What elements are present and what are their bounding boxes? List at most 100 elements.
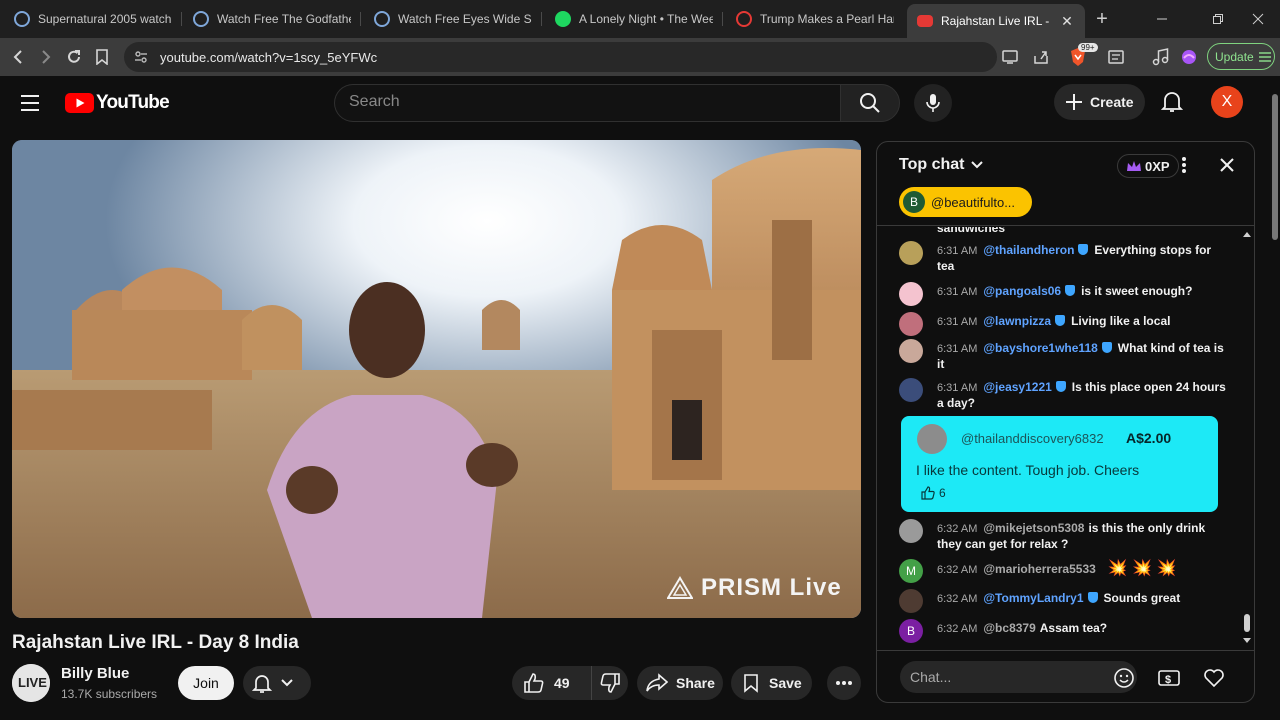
message-author[interactable]: @lawnpizza [983, 314, 1051, 328]
plus-icon [1066, 94, 1082, 110]
site-settings-icon[interactable] [134, 50, 148, 64]
message-author[interactable]: @bayshore1whe118 [983, 341, 1097, 355]
like-button[interactable]: 49 [512, 666, 592, 700]
address-bar[interactable]: youtube.com/watch?v=1scy_5eYFWc [124, 42, 997, 72]
notifications-button[interactable] [1158, 86, 1186, 118]
heart-icon[interactable] [1202, 666, 1226, 690]
xp-badge[interactable]: 0XP [1117, 154, 1179, 178]
forward-icon[interactable] [34, 45, 58, 69]
brave-badge: 99+ [1078, 43, 1098, 52]
super-chat-like-button[interactable]: 6 [921, 486, 946, 500]
back-icon[interactable] [6, 45, 30, 69]
bell-icon [1161, 92, 1183, 112]
search-box[interactable] [334, 84, 840, 122]
subscription-notifications-button[interactable] [243, 666, 311, 700]
join-button[interactable]: Join [178, 666, 234, 700]
create-button[interactable]: Create [1054, 84, 1145, 120]
super-chat-amount: A$2.00 [1126, 430, 1172, 446]
chat-message-list: sandwiches 6:31 AM @thailandheron Everythi… [877, 227, 1254, 648]
chat-mode-selector[interactable]: Top chat [899, 156, 984, 174]
channel-name[interactable]: Billy Blue [61, 665, 129, 682]
update-button[interactable]: Update [1207, 43, 1275, 70]
reload-icon[interactable] [62, 45, 86, 69]
guide-menu-icon[interactable] [20, 94, 42, 112]
globe-icon [193, 11, 209, 27]
thumbs-down-icon [600, 673, 620, 693]
verified-icon [1065, 285, 1076, 296]
author-avatar[interactable] [899, 519, 923, 543]
message-author[interactable]: @bc8379 [983, 621, 1035, 635]
search-button[interactable] [840, 84, 900, 122]
browser-tab[interactable]: Supernatural 2005 watch fr [4, 4, 182, 34]
super-chat-ticker[interactable]: B @beautifulto... [899, 187, 1032, 217]
restore-icon[interactable] [1196, 6, 1240, 32]
message-author[interactable]: @mikejetson5308 [983, 521, 1084, 535]
author-avatar[interactable] [899, 378, 923, 402]
close-window-icon[interactable] [1236, 6, 1280, 32]
reader-mode-icon[interactable] [1104, 45, 1128, 69]
author-avatar[interactable] [899, 589, 923, 613]
voice-search-button[interactable] [914, 84, 952, 122]
super-chat-card: @thailanddiscovery6832 A$2.00 I like the… [901, 416, 1218, 512]
save-label: Save [769, 675, 802, 691]
message-author[interactable]: @TommyLandry1 [983, 591, 1083, 605]
chat-input[interactable]: Chat... [900, 661, 1137, 693]
leo-ai-icon[interactable] [1177, 45, 1201, 69]
prism-triangle-icon [667, 576, 693, 599]
emoji-icon[interactable] [1112, 666, 1136, 690]
search-input[interactable] [349, 93, 819, 111]
video-player[interactable]: PRISM Live [12, 140, 861, 618]
minimize-icon[interactable] [1140, 6, 1184, 32]
author-avatar[interactable] [899, 282, 923, 306]
message-author[interactable]: @jeasy1221 [983, 380, 1051, 394]
browser-tab[interactable]: A Lonely Night • The Week [545, 4, 723, 34]
author-avatar[interactable] [899, 241, 923, 265]
youtube-logo[interactable]: YouTube [65, 92, 170, 114]
message-author[interactable]: @marioherrera5533 [983, 562, 1095, 576]
message-timestamp: 6:32 AM [937, 593, 978, 605]
save-button[interactable]: Save [731, 666, 812, 700]
super-chat-icon[interactable]: $ [1157, 666, 1181, 690]
more-actions-button[interactable] [827, 666, 861, 700]
bookmark-icon[interactable] [90, 45, 114, 69]
author-avatar[interactable] [917, 424, 947, 454]
media-control-icon[interactable] [1148, 45, 1172, 69]
super-chat-author[interactable]: @thailanddiscovery6832 [961, 431, 1104, 446]
channel-avatar[interactable]: LIVE [12, 664, 50, 702]
share-button[interactable]: Share [637, 666, 723, 700]
page-scrollbar[interactable] [1270, 76, 1280, 720]
account-avatar[interactable]: X [1211, 86, 1243, 118]
verified-icon [1078, 244, 1089, 255]
more-horizontal-icon [836, 681, 852, 685]
cast-icon[interactable] [998, 45, 1022, 69]
message-author[interactable]: @pangoals06 [983, 284, 1061, 298]
share-page-icon[interactable] [1029, 45, 1053, 69]
close-chat-icon[interactable] [1219, 157, 1235, 173]
author-avatar[interactable]: M [899, 559, 923, 583]
new-tab-icon[interactable]: + [1080, 6, 1124, 32]
browser-tab[interactable]: Watch Free The Godfather [183, 4, 361, 34]
browser-tab[interactable]: Watch Free Eyes Wide Shut [364, 4, 542, 34]
author-avatar[interactable]: B [899, 619, 923, 643]
youtube-tab-icon [736, 11, 752, 27]
more-vertical-icon[interactable] [1181, 156, 1187, 174]
author-avatar[interactable] [899, 312, 923, 336]
video-title: Rajahstan Live IRL - Day 8 India [12, 632, 299, 653]
author-avatar[interactable] [899, 339, 923, 363]
thumbs-up-icon [921, 486, 935, 500]
verified-icon [1055, 315, 1066, 326]
share-label: Share [676, 675, 715, 691]
page-scrollbar-thumb[interactable] [1272, 94, 1278, 240]
message-timestamp: 6:31 AM [937, 343, 978, 355]
update-label: Update [1215, 49, 1254, 64]
message-author[interactable]: @thailandheron [983, 243, 1074, 257]
browser-tab[interactable]: Trump Makes a Pearl Harbo [726, 4, 904, 34]
svg-text:LIVE: LIVE [18, 675, 47, 690]
brave-shield-icon[interactable]: 99+ [1066, 43, 1098, 69]
browser-tab-active[interactable]: Rajahstan Live IRL - Da ✕ [907, 4, 1085, 38]
chat-scrollbar[interactable] [1241, 227, 1253, 648]
tab-close-icon[interactable]: ✕ [1059, 13, 1075, 29]
thumbs-up-icon [524, 673, 544, 693]
dislike-button[interactable] [592, 666, 628, 700]
super-chat-like-count: 6 [939, 486, 946, 500]
